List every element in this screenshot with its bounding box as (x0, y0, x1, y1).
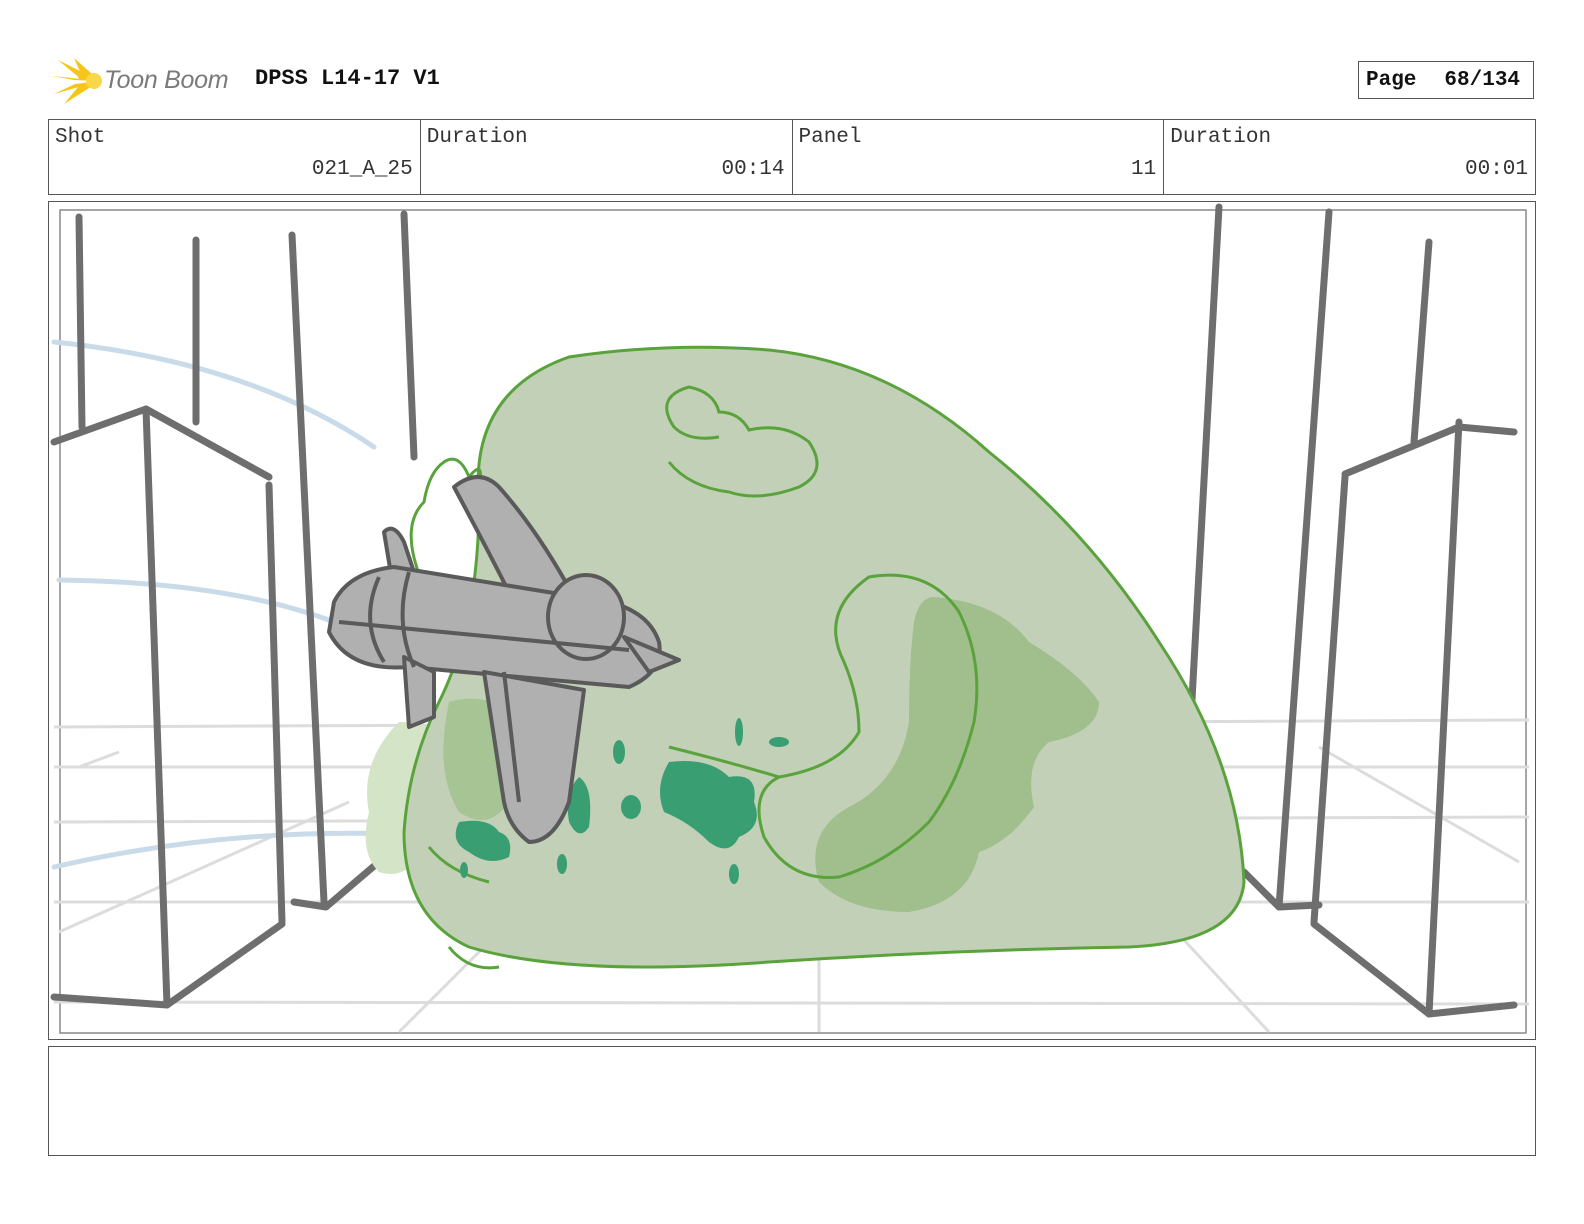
shot-duration-cell: Duration 00:14 (421, 120, 793, 194)
panel-duration-label: Duration (1170, 126, 1272, 149)
shot-duration-label: Duration (426, 126, 528, 149)
action-notes-box (48, 1046, 1536, 1156)
storyboard-panel (48, 201, 1536, 1040)
panel-duration-value: 00:01 (1464, 158, 1528, 181)
logo-star-icon (52, 58, 102, 104)
logo-text: Toon Boom (104, 66, 229, 94)
project-title: DPSS L14-17 V1 (255, 66, 440, 91)
panel-duration-cell: Duration 00:01 (1164, 120, 1535, 194)
page-number: 68/134 (1444, 68, 1521, 92)
toon-boom-logo: Toon Boom (50, 54, 240, 106)
shot-cell: Shot 021_A_25 (49, 120, 421, 194)
shot-info-bar: Shot 021_A_25 Duration 00:14 Panel 11 Du… (48, 119, 1536, 195)
panel-cell: Panel 11 (793, 120, 1165, 194)
page-label: Page (1366, 68, 1417, 92)
panel-value: 11 (1131, 158, 1157, 181)
page-indicator: Page 68/134 (1358, 61, 1534, 99)
shot-duration-value: 00:14 (721, 158, 785, 181)
shot-label: Shot (55, 126, 106, 149)
panel-sketch (50, 203, 1530, 1034)
shot-value: 021_A_25 (311, 158, 413, 181)
panel-label: Panel (798, 126, 862, 149)
